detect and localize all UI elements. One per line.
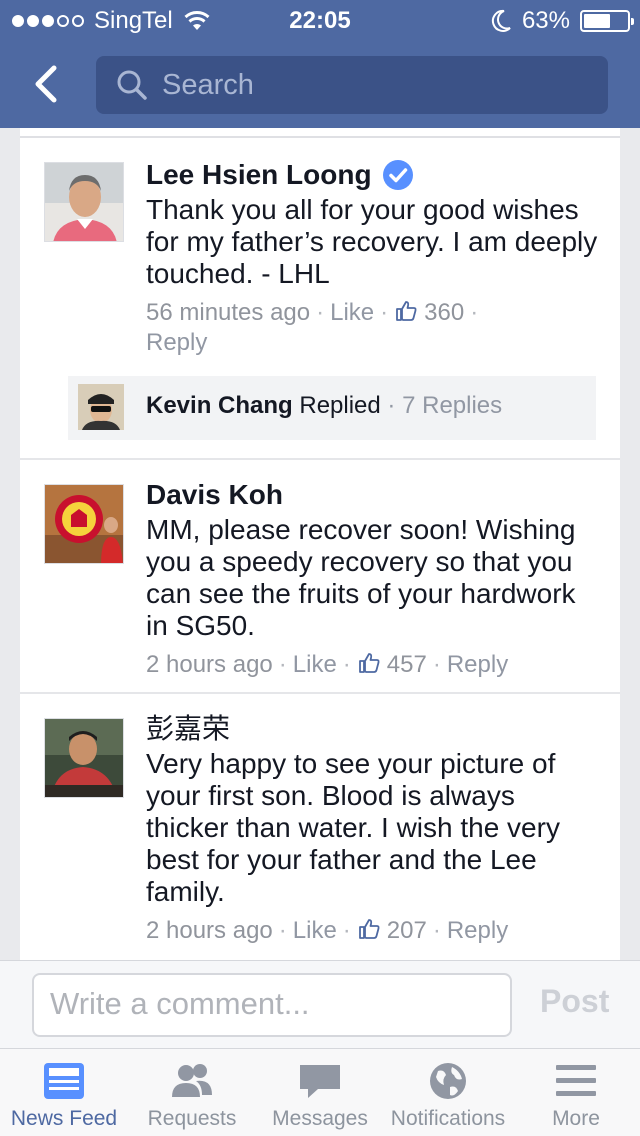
tab-label: More (552, 1107, 600, 1130)
comment-time: 56 minutes ago (146, 299, 311, 326)
comment-text: Thank you all for your good wishes for m… (146, 194, 598, 289)
avatar[interactable] (78, 384, 124, 430)
tab-more[interactable]: More (512, 1049, 640, 1136)
tab-news-feed[interactable]: News Feed (0, 1049, 128, 1136)
like-count: 360 (424, 299, 465, 326)
reply-link[interactable]: Reply (146, 329, 207, 356)
replier-name: Kevin Chang (146, 392, 293, 419)
battery-percent: 63% (521, 7, 570, 34)
tab-label: Messages (272, 1107, 368, 1130)
thumbs-up-icon (396, 301, 417, 321)
comment-time: 2 hours ago (146, 917, 273, 944)
friend-requests-icon (172, 1064, 212, 1097)
globe-icon (430, 1063, 466, 1099)
reply-link[interactable]: Reply (447, 651, 508, 678)
do-not-disturb-moon-icon (491, 9, 511, 32)
commenter-name[interactable]: Lee Hsien Loong (146, 158, 600, 192)
replies-count: 7 Replies (402, 392, 503, 419)
status-bar: SingTel 22:05 63% (0, 0, 640, 40)
menu-icon (556, 1065, 596, 1096)
tab-requests[interactable]: Requests (128, 1049, 256, 1136)
comment-text: Very happy to see your picture of your f… (146, 748, 560, 907)
news-feed-icon (44, 1063, 84, 1099)
divider (20, 692, 620, 694)
tab-messages[interactable]: Messages (256, 1049, 384, 1136)
thumbs-up-icon (358, 653, 380, 673)
like-link[interactable]: Like (293, 917, 337, 944)
comment-meta: 56 minutes ago · Like · 360 · Reply (146, 299, 479, 356)
commenter-name[interactable]: 彭嘉荣 (146, 712, 600, 746)
divider (20, 458, 620, 460)
comments-list[interactable]: Lee Hsien Loong Thank you all for your g… (20, 128, 620, 960)
search-bar[interactable] (96, 56, 608, 114)
like-link[interactable]: Like (293, 651, 337, 678)
comment-time: 2 hours ago (146, 651, 273, 678)
like-count: 207 (386, 917, 427, 944)
verified-badge-icon (382, 160, 413, 190)
comment-meta: 2 hours ago · Like · 207 · Reply (146, 917, 509, 944)
tab-label: Requests (147, 1107, 237, 1130)
like-link[interactable]: Like (330, 299, 374, 326)
avatar[interactable] (44, 162, 124, 242)
like-count: 457 (386, 651, 427, 678)
commenter-name[interactable]: Davis Koh (146, 478, 600, 512)
post-button[interactable]: Post (540, 983, 609, 1020)
comment-meta: 2 hours ago · Like · 457 · Reply (146, 651, 509, 678)
replied-label: Replied (299, 392, 381, 419)
top-bar: SingTel 22:05 63% (0, 0, 640, 128)
tab-notifications[interactable]: Notifications (384, 1049, 512, 1136)
avatar[interactable] (44, 718, 124, 798)
reply-summary[interactable]: Kevin Chang Replied · 7 Replies (68, 376, 596, 440)
reply-link[interactable]: Reply (447, 917, 508, 944)
avatar[interactable] (44, 484, 124, 564)
back-arrow-icon[interactable] (28, 62, 68, 106)
search-input[interactable] (162, 68, 582, 102)
thumbs-up-icon (358, 919, 380, 939)
tab-bar: News Feed Requests Messages Notification… (0, 1048, 640, 1136)
search-icon (117, 70, 147, 100)
battery-icon (580, 10, 634, 32)
comment-composer: Write a comment... Post (0, 960, 640, 1048)
messages-icon (300, 1065, 340, 1098)
comment-input[interactable]: Write a comment... (32, 973, 512, 1037)
tab-label: Notifications (390, 1107, 506, 1130)
comment-text: MM, please recover soon! Wishing you a s… (146, 514, 576, 641)
